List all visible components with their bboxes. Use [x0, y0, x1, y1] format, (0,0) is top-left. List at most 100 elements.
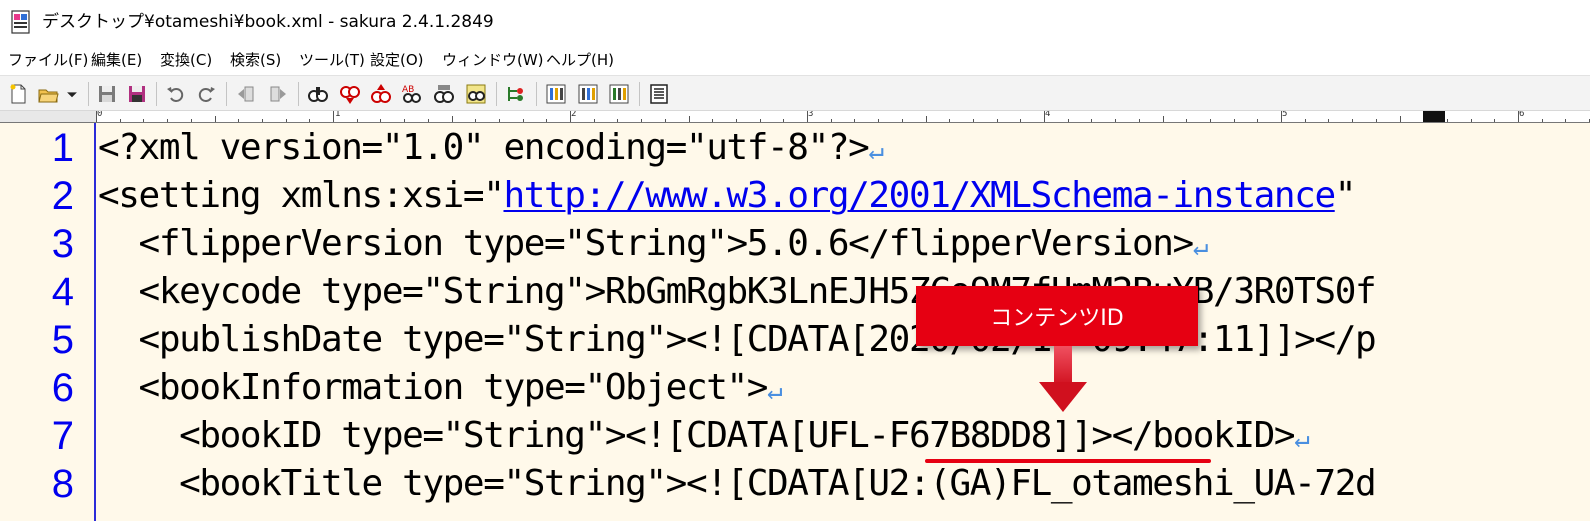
code-text: <bookInformation type="Object">: [98, 367, 769, 408]
ruler-tick: [688, 116, 690, 122]
ruler-tick: [1399, 116, 1401, 122]
redo-icon[interactable]: [193, 81, 219, 107]
code-text: <bookTitle type="String"><![CDATA[U2:(GA…: [98, 463, 1377, 504]
ruler-tick: [475, 119, 477, 122]
line-number: 1: [51, 126, 74, 170]
ruler-corner: [0, 111, 96, 123]
ruler-tick: [380, 119, 382, 122]
ruler-label: 4: [1045, 111, 1051, 119]
ruler-tick: [1446, 119, 1448, 122]
ruler-label: 6: [1519, 111, 1525, 119]
eol-mark-icon: ↵: [1192, 232, 1209, 262]
eol-mark-icon: ↵: [868, 136, 885, 166]
eol-mark-icon: ↵: [767, 376, 783, 406]
menu-file[interactable]: ファイル(F): [8, 49, 88, 71]
toolbar: AB: [0, 75, 1590, 111]
ruler-tick: [1162, 116, 1164, 122]
ruler-tick: [783, 119, 785, 122]
url-link[interactable]: http://www.w3.org/2001/XMLSchema-instanc…: [503, 175, 1336, 216]
ruler-tick: [996, 119, 998, 122]
grep-icon[interactable]: [463, 81, 489, 107]
open-folder-icon[interactable]: [35, 81, 61, 107]
ruler-label: 0: [97, 111, 103, 119]
code-text: <flipperVersion type="String">5.0.6</fli…: [98, 223, 1195, 264]
menu-help[interactable]: ヘルプ(H): [546, 49, 614, 71]
undo-icon[interactable]: [163, 81, 189, 107]
ruler-tick: [593, 119, 595, 122]
save-icon[interactable]: [94, 81, 120, 107]
ruler-tick: [261, 119, 263, 122]
ruler-tick: [214, 116, 216, 122]
ruler-tick: [119, 119, 121, 122]
line-number: 4: [51, 270, 74, 314]
code-line: <bookInformation type="Object">↵: [98, 364, 783, 415]
callout-arrow-icon: [1039, 346, 1087, 412]
code-text: <bookID type="String"><![CDATA[UFL-F67B8…: [98, 415, 1295, 456]
code-line: <bookTitle type="String"><![CDATA[U2:(GA…: [98, 460, 1377, 511]
find-icon[interactable]: [305, 81, 331, 107]
move-back-icon[interactable]: [233, 81, 259, 107]
title-bar: デスクトップ¥otameshi¥book.xml - sakura 2.4.1.…: [0, 0, 1590, 44]
line-number: 7: [51, 414, 74, 458]
menu-edit[interactable]: 編集(E): [91, 49, 142, 71]
window-title: デスクトップ¥otameshi¥book.xml - sakura 2.4.1.…: [42, 12, 494, 32]
ruler-tick: [1067, 119, 1069, 122]
ruler-tick: [522, 119, 524, 122]
menu-window[interactable]: ウィンドウ(W): [442, 49, 544, 71]
code-line: <setting xmlns:xsi="http://www.w3.org/20…: [98, 172, 1356, 223]
code-text: <?xml version="1.0" encoding="utf-8"?>: [98, 127, 870, 168]
ruler-tick: [830, 119, 832, 122]
ruler-tick: [972, 119, 974, 122]
line-number: 3: [51, 222, 74, 266]
ruler-tick: [641, 119, 643, 122]
ruler-tick: [735, 119, 737, 122]
ruler-tick: [854, 119, 856, 122]
settings-common-icon[interactable]: [543, 81, 569, 107]
ruler-tick: [238, 119, 240, 122]
menu-search[interactable]: 検索(S): [230, 49, 281, 71]
menu-convert[interactable]: 変換(C): [160, 49, 212, 71]
code-line: <bookID type="String"><![CDATA[UFL-F67B8…: [98, 412, 1310, 463]
find-prev-icon[interactable]: [368, 81, 394, 107]
ruler-tick: [925, 116, 927, 122]
ruler-tick: [356, 119, 358, 122]
open-dropdown-icon[interactable]: [63, 81, 81, 107]
text-editor-area[interactable]: <?xml version="1.0" encoding="utf-8"?>↵ …: [96, 123, 1590, 521]
toolbar-separator: [496, 82, 497, 106]
ruler-tick: [1209, 119, 1211, 122]
ruler-tick: [1233, 119, 1235, 122]
window-list-icon[interactable]: [646, 81, 672, 107]
settings-type-icon[interactable]: [575, 81, 601, 107]
content-id-highlight-underline: [925, 459, 1211, 463]
menu-settings[interactable]: 設定(O): [370, 49, 424, 71]
save-all-icon[interactable]: [124, 81, 150, 107]
outline-icon[interactable]: [503, 81, 529, 107]
new-file-icon[interactable]: [5, 81, 31, 107]
toolbar-separator: [226, 82, 227, 106]
ruler-tick: [404, 119, 406, 122]
code-line: <?xml version="1.0" encoding="utf-8"?>↵: [98, 124, 884, 175]
ruler-tick: [1186, 119, 1188, 122]
ruler-label: 5: [1282, 111, 1288, 119]
settings-font-icon[interactable]: [606, 81, 632, 107]
ruler-tick: [1257, 119, 1259, 122]
code-text: <setting xmlns:xsi=": [98, 175, 505, 216]
ruler-tick: [427, 119, 429, 122]
move-forward-icon[interactable]: [265, 81, 291, 107]
toolbar-separator: [536, 82, 537, 106]
find-next-icon[interactable]: [337, 81, 363, 107]
toolbar-separator: [156, 82, 157, 106]
ruler-tick: [617, 119, 619, 122]
ruler-label: 1: [335, 111, 341, 119]
line-number: 8: [51, 462, 74, 506]
search-marker-icon[interactable]: [431, 81, 457, 107]
replace-icon[interactable]: AB: [399, 81, 425, 107]
code-line: <flipperVersion type="String">5.0.6</fli…: [98, 220, 1209, 271]
ruler-tick: [1375, 119, 1377, 122]
line-number: 2: [51, 174, 74, 218]
ruler-tick: [285, 119, 287, 122]
line-number: 5: [51, 318, 74, 362]
content-id-callout: コンテンツID: [916, 286, 1198, 346]
menu-tools[interactable]: ツール(T): [299, 49, 365, 71]
line-number: 6: [51, 366, 74, 410]
